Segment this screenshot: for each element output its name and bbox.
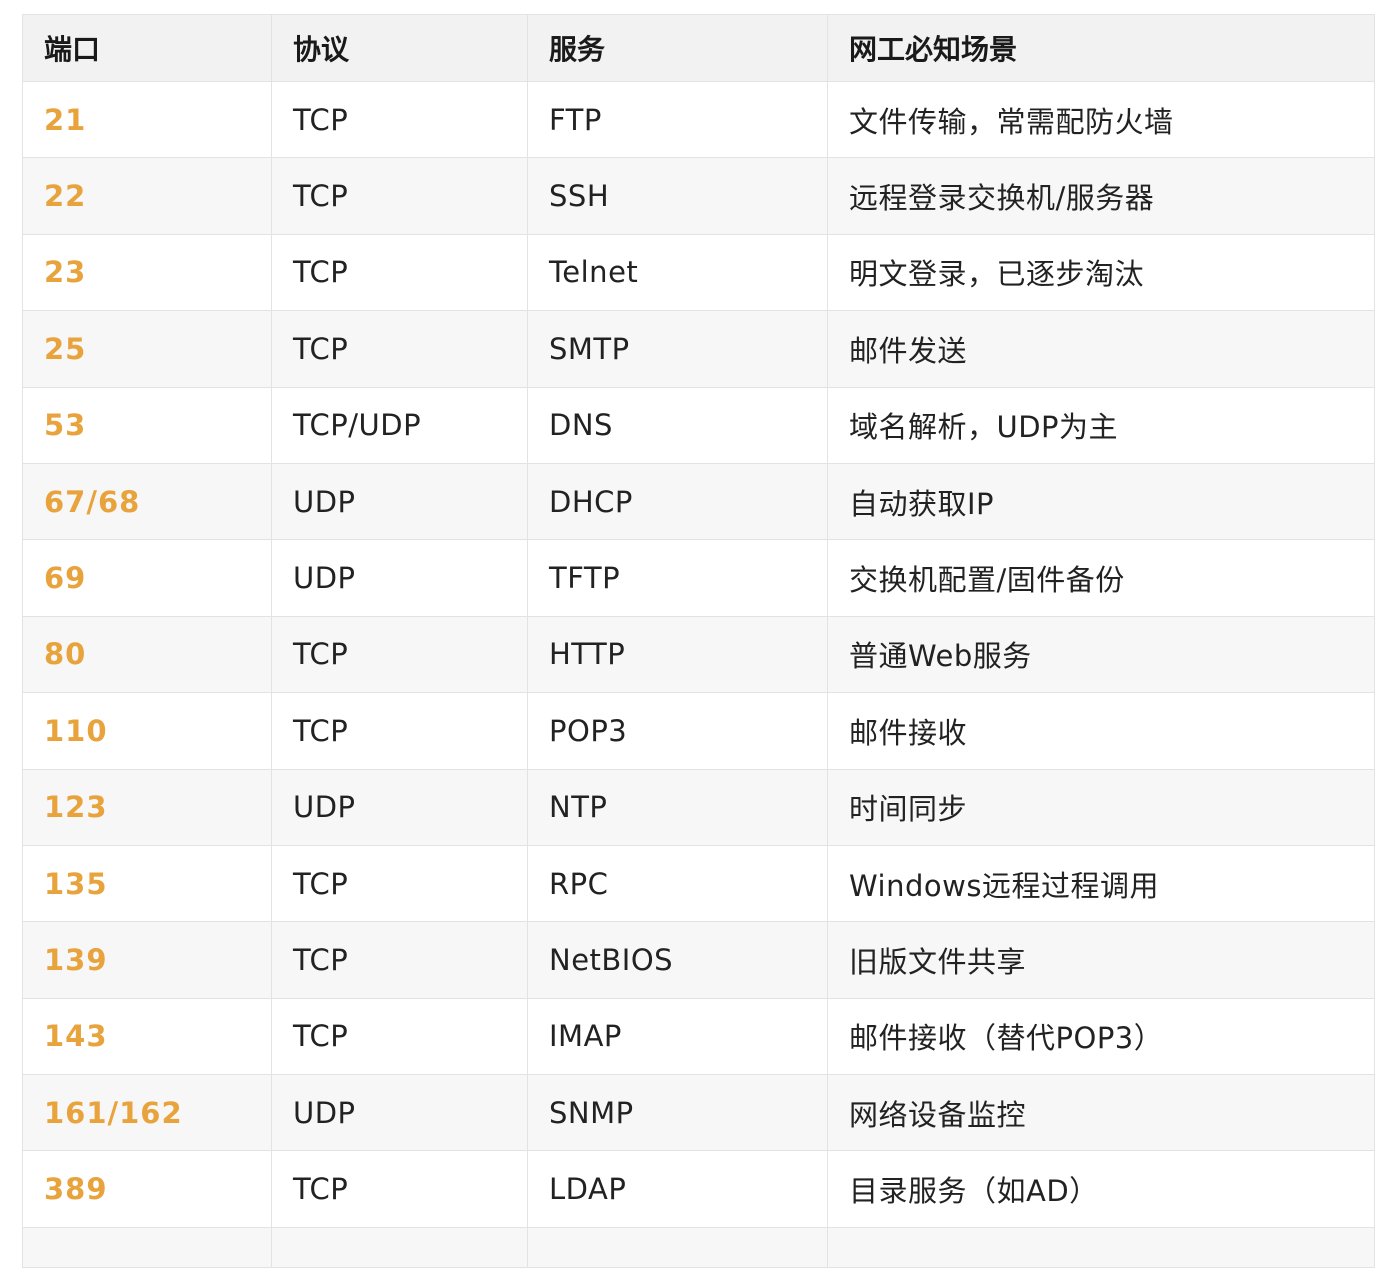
protocol-cell: UDP — [271, 539, 528, 617]
protocol-cell: TCP — [271, 997, 528, 1076]
scenario-cell: 域名解析，UDP为主 — [827, 386, 1375, 464]
port-cell: 69 — [22, 539, 272, 617]
protocol-cell: UDP — [271, 1074, 528, 1152]
table-row: 135 TCP RPC Windows远程过程调用 — [22, 844, 1375, 923]
header-port: 端口 — [22, 14, 272, 82]
scenario-cell: 目录服务（如AD） — [827, 1150, 1375, 1228]
table-row: 161/162 UDP SNMP 网络设备监控 — [22, 1074, 1375, 1152]
service-cell: TFTP — [527, 539, 828, 617]
table-row: 21 TCP FTP 文件传输，常需配防火墙 — [22, 80, 1375, 159]
scenario-cell: 邮件接收（替代POP3） — [827, 997, 1375, 1076]
scenario-cell: 交换机配置/固件备份 — [827, 539, 1375, 617]
port-cell: 143 — [22, 997, 272, 1076]
service-cell: NTP — [527, 768, 828, 846]
table-row: 69 UDP TFTP 交换机配置/固件备份 — [22, 539, 1375, 617]
port-cell: 25 — [22, 310, 272, 388]
table-row: 23 TCP Telnet 明文登录，已逐步淘汰 — [22, 233, 1375, 312]
scenario-cell: 邮件发送 — [827, 310, 1375, 388]
empty-cell — [527, 1226, 828, 1268]
scenario-cell: 时间同步 — [827, 768, 1375, 846]
service-cell: LDAP — [527, 1150, 828, 1228]
table-row: 110 TCP POP3 邮件接收 — [22, 692, 1375, 770]
scenario-cell: 文件传输，常需配防火墙 — [827, 80, 1375, 159]
port-cell: 135 — [22, 844, 272, 923]
port-cell: 161/162 — [22, 1074, 272, 1152]
protocol-cell: TCP — [271, 310, 528, 388]
table-row: 25 TCP SMTP 邮件发送 — [22, 310, 1375, 388]
table-row: 389 TCP LDAP 目录服务（如AD） — [22, 1150, 1375, 1228]
table-row: 67/68 UDP DHCP 自动获取IP — [22, 462, 1375, 541]
empty-cell — [22, 1226, 272, 1268]
protocol-cell: TCP — [271, 157, 528, 235]
header-scenario: 网工必知场景 — [827, 14, 1375, 82]
scenario-cell: 自动获取IP — [827, 462, 1375, 541]
header-protocol: 协议 — [271, 14, 528, 82]
service-cell: SMTP — [527, 310, 828, 388]
protocol-cell: TCP — [271, 233, 528, 312]
port-cell: 23 — [22, 233, 272, 312]
service-cell: FTP — [527, 80, 828, 159]
scenario-cell: 普通Web服务 — [827, 615, 1375, 694]
empty-cell — [271, 1226, 528, 1268]
table-row: 22 TCP SSH 远程登录交换机/服务器 — [22, 157, 1375, 235]
header-service: 服务 — [527, 14, 828, 82]
port-cell: 389 — [22, 1150, 272, 1228]
service-cell: NetBIOS — [527, 921, 828, 999]
protocol-cell: UDP — [271, 768, 528, 846]
service-cell: IMAP — [527, 997, 828, 1076]
service-cell: DNS — [527, 386, 828, 464]
port-cell: 22 — [22, 157, 272, 235]
scenario-cell: 网络设备监控 — [827, 1074, 1375, 1152]
empty-cell — [827, 1226, 1375, 1268]
scenario-cell: 邮件接收 — [827, 692, 1375, 770]
service-cell: SSH — [527, 157, 828, 235]
table-header-row: 端口 协议 服务 网工必知场景 — [22, 14, 1375, 82]
port-table-container: 端口 协议 服务 网工必知场景 21 TCP FTP 文件传输，常需配防火墙 2… — [22, 14, 1375, 1268]
protocol-cell: TCP — [271, 1150, 528, 1228]
port-cell: 139 — [22, 921, 272, 999]
table-row: 53 TCP/UDP DNS 域名解析，UDP为主 — [22, 386, 1375, 464]
protocol-cell: TCP — [271, 921, 528, 999]
service-cell: RPC — [527, 844, 828, 923]
protocol-cell: TCP — [271, 615, 528, 694]
protocol-cell: UDP — [271, 462, 528, 541]
scenario-cell: Windows远程过程调用 — [827, 844, 1375, 923]
table-row: 143 TCP IMAP 邮件接收（替代POP3） — [22, 997, 1375, 1076]
scenario-cell: 旧版文件共享 — [827, 921, 1375, 999]
port-cell: 123 — [22, 768, 272, 846]
table-row: 80 TCP HTTP 普通Web服务 — [22, 615, 1375, 694]
protocol-cell: TCP — [271, 80, 528, 159]
scenario-cell: 明文登录，已逐步淘汰 — [827, 233, 1375, 312]
protocol-cell: TCP — [271, 844, 528, 923]
service-cell: DHCP — [527, 462, 828, 541]
port-table: 端口 协议 服务 网工必知场景 21 TCP FTP 文件传输，常需配防火墙 2… — [22, 14, 1375, 1268]
port-cell: 67/68 — [22, 462, 272, 541]
port-cell: 21 — [22, 80, 272, 159]
port-cell: 53 — [22, 386, 272, 464]
table-row-cut-off — [22, 1226, 1375, 1268]
table-row: 139 TCP NetBIOS 旧版文件共享 — [22, 921, 1375, 999]
scenario-cell: 远程登录交换机/服务器 — [827, 157, 1375, 235]
port-cell: 110 — [22, 692, 272, 770]
service-cell: Telnet — [527, 233, 828, 312]
port-cell: 80 — [22, 615, 272, 694]
protocol-cell: TCP — [271, 692, 528, 770]
service-cell: POP3 — [527, 692, 828, 770]
protocol-cell: TCP/UDP — [271, 386, 528, 464]
service-cell: HTTP — [527, 615, 828, 694]
table-row: 123 UDP NTP 时间同步 — [22, 768, 1375, 846]
service-cell: SNMP — [527, 1074, 828, 1152]
